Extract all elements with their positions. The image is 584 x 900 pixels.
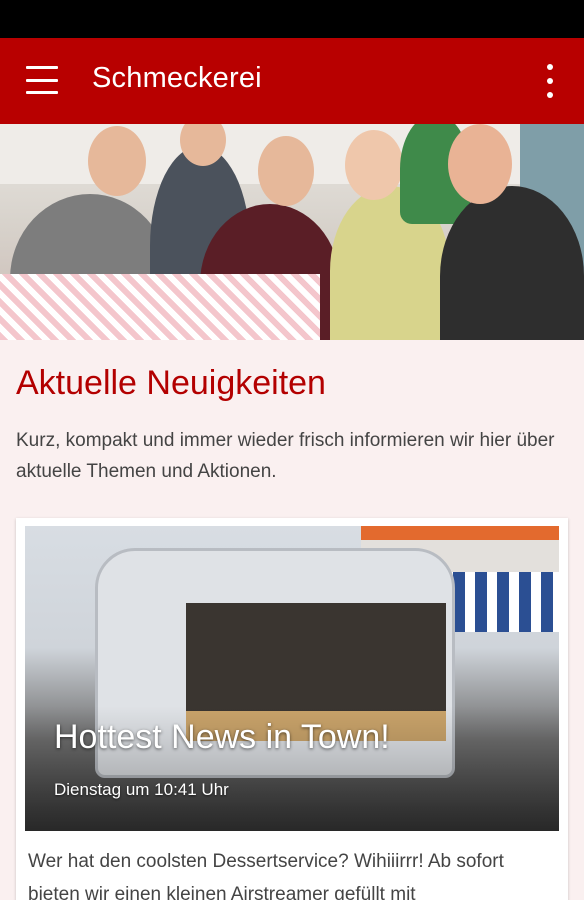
- news-card[interactable]: Hottest News in Town! Dienstag um 10:41 …: [16, 518, 568, 900]
- status-bar: [0, 0, 584, 38]
- more-vert-icon[interactable]: [536, 64, 564, 98]
- app-bar: Schmeckerei: [0, 38, 584, 124]
- section-intro: Kurz, kompakt und immer wieder frisch in…: [16, 430, 555, 482]
- hamburger-menu-icon[interactable]: [26, 66, 58, 94]
- hero-image: [0, 124, 584, 340]
- section-title: Aktuelle Neuigkeiten: [16, 364, 326, 402]
- news-card-headline: Hottest News in Town!: [54, 718, 390, 756]
- app-title: Schmeckerei: [92, 62, 262, 94]
- news-card-excerpt: Wer hat den coolsten Dessertservice? Wih…: [28, 851, 504, 900]
- news-card-date: Dienstag um 10:41 Uhr: [54, 780, 229, 799]
